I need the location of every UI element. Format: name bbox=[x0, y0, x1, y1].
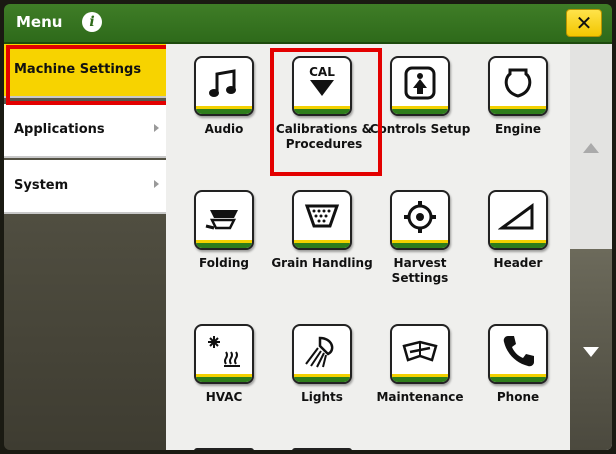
partial-tile bbox=[194, 448, 254, 450]
tile-label: Maintenance bbox=[376, 390, 464, 404]
arrow-up-icon bbox=[583, 143, 599, 153]
grain-tank-icon bbox=[292, 190, 352, 250]
tile-label: Header bbox=[493, 256, 543, 270]
tile-harvest-settings[interactable]: Harvest Settings bbox=[368, 178, 458, 298]
sidebar-item-label: Machine Settings bbox=[14, 62, 142, 77]
sidebar-item-label: System bbox=[14, 178, 69, 193]
tile-label: Lights bbox=[301, 390, 343, 404]
settings-grid: Audio CAL Calibrations & Procedures Cont… bbox=[166, 44, 570, 450]
sidebar-item-machine-settings[interactable]: Machine Settings bbox=[4, 44, 166, 98]
header-icon bbox=[488, 190, 548, 250]
info-icon[interactable]: i bbox=[82, 12, 102, 32]
scrollbar[interactable] bbox=[570, 44, 612, 450]
scroll-down-button[interactable] bbox=[570, 249, 612, 450]
tile-audio[interactable]: Audio bbox=[172, 44, 262, 164]
tile-header[interactable]: Header bbox=[466, 178, 556, 298]
tile-controls-setup[interactable]: Controls Setup bbox=[368, 44, 470, 164]
close-button[interactable]: ✕ bbox=[566, 9, 602, 37]
partial-tile bbox=[292, 448, 352, 450]
cal-icon-text: CAL bbox=[309, 65, 335, 79]
tile-label: Grain Handling bbox=[271, 256, 373, 270]
engine-icon bbox=[488, 56, 548, 116]
tile-phone[interactable]: Phone bbox=[466, 312, 556, 432]
tile-lights[interactable]: Lights bbox=[270, 312, 360, 432]
sidebar-item-system[interactable]: System bbox=[4, 160, 166, 214]
display-frame: Menu i ✕ Machine Settings Applications S… bbox=[4, 4, 612, 450]
tile-maintenance[interactable]: Maintenance bbox=[368, 312, 464, 432]
tile-engine[interactable]: Engine bbox=[466, 44, 556, 164]
maintenance-book-icon bbox=[390, 324, 450, 384]
tile-hvac[interactable]: HVAC bbox=[172, 312, 262, 432]
tile-label: Harvest Settings bbox=[391, 256, 449, 285]
phone-icon bbox=[488, 324, 548, 384]
tile-label: HVAC bbox=[205, 390, 243, 404]
controls-setup-icon bbox=[390, 56, 450, 116]
tile-label: Engine bbox=[494, 122, 542, 136]
hvac-icon bbox=[194, 324, 254, 384]
scroll-up-button[interactable] bbox=[570, 44, 612, 249]
tile-label: Folding bbox=[199, 256, 249, 270]
folding-icon bbox=[194, 190, 254, 250]
sidebar-item-label: Applications bbox=[14, 122, 105, 137]
page-title: Menu bbox=[16, 13, 63, 31]
chevron-right-icon bbox=[154, 180, 159, 188]
tile-folding[interactable]: Folding bbox=[172, 178, 262, 298]
sidebar-item-applications[interactable]: Applications bbox=[4, 104, 166, 158]
tile-label: Calibrations & Procedures bbox=[275, 122, 373, 151]
cal-down-arrow-icon: CAL bbox=[292, 56, 352, 116]
arrow-down-icon bbox=[583, 347, 599, 357]
sidebar: Machine Settings Applications System bbox=[4, 44, 166, 450]
tile-label: Controls Setup bbox=[369, 122, 471, 136]
chevron-right-icon bbox=[154, 124, 159, 132]
tile-calibrations[interactable]: CAL Calibrations & Procedures bbox=[270, 44, 372, 164]
tile-label: Phone bbox=[496, 390, 540, 404]
tile-grain-handling[interactable]: Grain Handling bbox=[270, 178, 373, 298]
rotor-gear-icon bbox=[390, 190, 450, 250]
music-note-icon bbox=[194, 56, 254, 116]
top-bar: Menu i ✕ bbox=[4, 4, 612, 44]
lights-icon bbox=[292, 324, 352, 384]
tile-label: Audio bbox=[204, 122, 244, 136]
